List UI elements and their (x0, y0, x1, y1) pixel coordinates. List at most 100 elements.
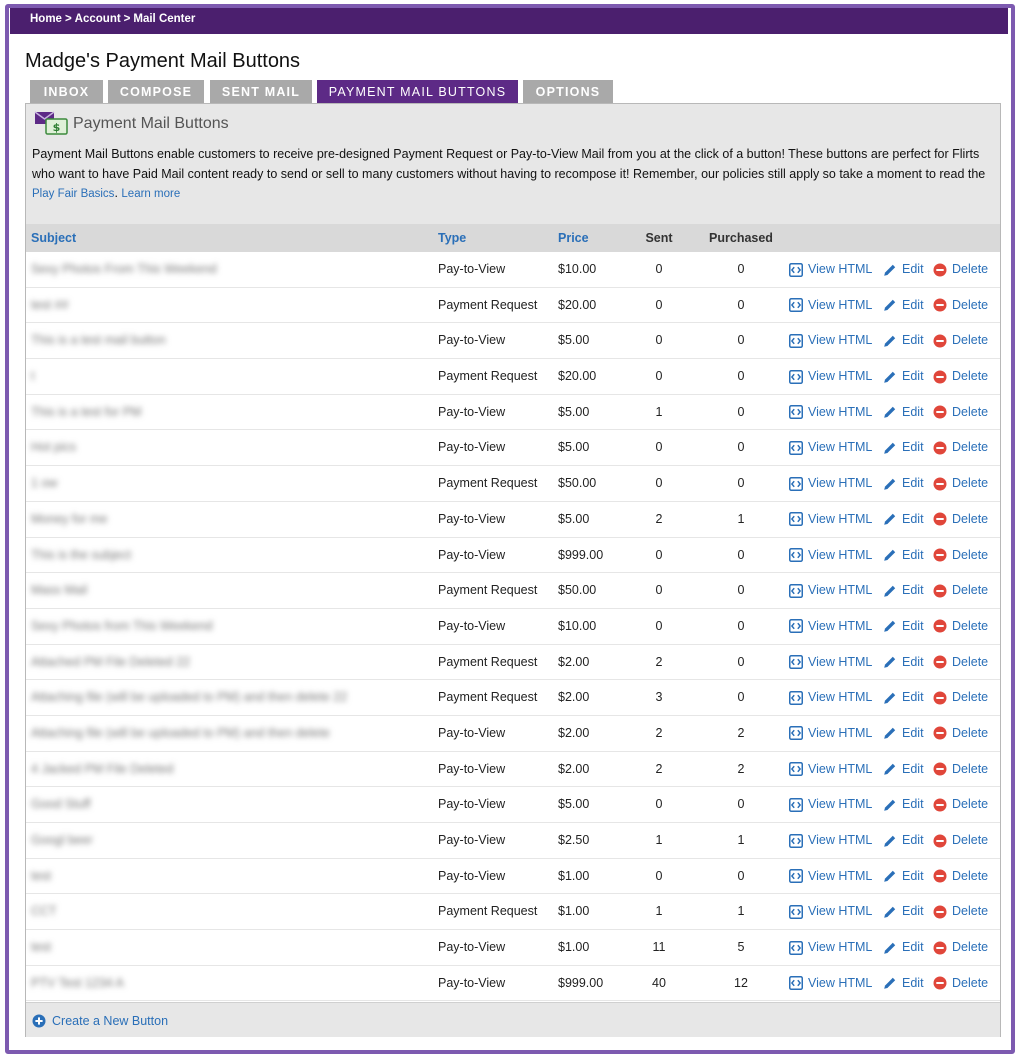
view-html-button[interactable]: View HTML (789, 430, 872, 465)
edit-button[interactable]: Edit (883, 252, 924, 287)
delete-button[interactable]: Delete (933, 716, 988, 751)
tab-compose[interactable]: COMPOSE (108, 80, 204, 104)
edit-button[interactable]: Edit (883, 573, 924, 608)
edit-button[interactable]: Edit (883, 752, 924, 787)
edit-button[interactable]: Edit (883, 395, 924, 430)
view-html-button[interactable]: View HTML (789, 680, 872, 715)
row-subject[interactable]: test (31, 859, 421, 894)
view-html-button[interactable]: View HTML (789, 930, 872, 965)
learn-more-link[interactable]: Learn more (121, 188, 180, 200)
edit-button[interactable]: Edit (883, 430, 924, 465)
row-subject[interactable]: PTV Test 1234 A (31, 966, 421, 1001)
row-subject[interactable]: Sexy Photos From This Weekend (31, 252, 421, 287)
row-subject[interactable]: Googl beer (31, 823, 421, 858)
delete-button[interactable]: Delete (933, 538, 988, 573)
delete-button[interactable]: Delete (933, 752, 988, 787)
tab-sent-mail[interactable]: SENT MAIL (210, 80, 312, 104)
row-subject[interactable]: Hot pics (31, 430, 421, 465)
row-subject[interactable]: Mass Mail (31, 573, 421, 608)
delete-button[interactable]: Delete (933, 609, 988, 644)
view-html-button[interactable]: View HTML (789, 645, 872, 680)
delete-button[interactable]: Delete (933, 430, 988, 465)
delete-button[interactable]: Delete (933, 323, 988, 358)
row-subject[interactable]: This is the subject (31, 538, 421, 573)
edit-button[interactable]: Edit (883, 716, 924, 751)
edit-button[interactable]: Edit (883, 645, 924, 680)
edit-button[interactable]: Edit (883, 787, 924, 822)
breadcrumb-account[interactable]: Account (75, 13, 121, 25)
delete-button[interactable]: Delete (933, 930, 988, 965)
row-subject[interactable]: Attaching file (will be uploaded to PM) … (31, 716, 421, 751)
delete-button[interactable]: Delete (933, 502, 988, 537)
edit-button[interactable]: Edit (883, 323, 924, 358)
view-html-button[interactable]: View HTML (789, 787, 872, 822)
view-html-button[interactable]: View HTML (789, 288, 872, 323)
edit-button[interactable]: Edit (883, 859, 924, 894)
delete-button[interactable]: Delete (933, 252, 988, 287)
edit-button[interactable]: Edit (883, 680, 924, 715)
row-subject[interactable]: CCT (31, 894, 421, 929)
row-subject[interactable]: Good Stuff (31, 787, 421, 822)
table-row: This is the subject Pay-to-View $999.00 … (26, 538, 1000, 574)
edit-button[interactable]: Edit (883, 288, 924, 323)
view-html-button[interactable]: View HTML (789, 323, 872, 358)
delete-button[interactable]: Delete (933, 466, 988, 501)
row-subject[interactable]: This is a test for PM (31, 395, 421, 430)
view-html-button[interactable]: View HTML (789, 752, 872, 787)
row-subject[interactable]: Attached PM File Deleted 22 (31, 645, 421, 680)
view-html-button[interactable]: View HTML (789, 502, 872, 537)
row-subject[interactable]: test (31, 930, 421, 965)
tab-payment-mail-buttons[interactable]: PAYMENT MAIL BUTTONS (317, 80, 518, 104)
edit-button[interactable]: Edit (883, 359, 924, 394)
delete-button[interactable]: Delete (933, 823, 988, 858)
delete-button[interactable]: Delete (933, 395, 988, 430)
row-subject[interactable]: test ## (31, 288, 421, 323)
edit-button[interactable]: Edit (883, 894, 924, 929)
row-subject[interactable]: Attaching file (will be uploaded to PM) … (31, 680, 421, 715)
column-subject[interactable]: Subject (31, 224, 76, 252)
delete-button[interactable]: Delete (933, 359, 988, 394)
edit-button[interactable]: Edit (883, 966, 924, 1001)
view-html-button[interactable]: View HTML (789, 252, 872, 287)
delete-button[interactable]: Delete (933, 787, 988, 822)
tab-options[interactable]: OPTIONS (523, 80, 613, 104)
view-html-button[interactable]: View HTML (789, 466, 872, 501)
edit-button[interactable]: Edit (883, 538, 924, 573)
delete-button[interactable]: Delete (933, 894, 988, 929)
edit-button[interactable]: Edit (883, 466, 924, 501)
breadcrumb-mail-center[interactable]: Mail Center (133, 13, 195, 25)
row-subject[interactable]: Sexy Photos from This Weekend (31, 609, 421, 644)
delete-button[interactable]: Delete (933, 288, 988, 323)
view-html-button[interactable]: View HTML (789, 859, 872, 894)
row-subject[interactable]: t (31, 359, 421, 394)
view-html-button[interactable]: View HTML (789, 894, 872, 929)
view-html-button[interactable]: View HTML (789, 823, 872, 858)
view-html-button[interactable]: View HTML (789, 359, 872, 394)
create-button[interactable]: Create a New Button (32, 1003, 168, 1038)
row-subject[interactable]: Money for me (31, 502, 421, 537)
column-type[interactable]: Type (438, 224, 466, 252)
view-html-button[interactable]: View HTML (789, 573, 872, 608)
edit-button[interactable]: Edit (883, 502, 924, 537)
delete-button[interactable]: Delete (933, 859, 988, 894)
delete-button[interactable]: Delete (933, 645, 988, 680)
row-subject[interactable]: This is a test mail button (31, 323, 421, 358)
view-html-button[interactable]: View HTML (789, 716, 872, 751)
play-fair-basics-link[interactable]: Play Fair Basics (32, 188, 114, 200)
edit-button[interactable]: Edit (883, 823, 924, 858)
edit-button[interactable]: Edit (883, 930, 924, 965)
view-html-button[interactable]: View HTML (789, 966, 872, 1001)
breadcrumb-home[interactable]: Home (30, 13, 62, 25)
row-purchased: 0 (737, 547, 745, 562)
row-subject[interactable]: 1 ow (31, 466, 421, 501)
delete-button[interactable]: Delete (933, 573, 988, 608)
view-html-button[interactable]: View HTML (789, 538, 872, 573)
delete-button[interactable]: Delete (933, 680, 988, 715)
tab-inbox[interactable]: INBOX (30, 80, 103, 104)
row-subject[interactable]: 4 Jacked PM File Deleted (31, 752, 421, 787)
view-html-button[interactable]: View HTML (789, 395, 872, 430)
column-price[interactable]: Price (558, 224, 589, 252)
edit-button[interactable]: Edit (883, 609, 924, 644)
delete-button[interactable]: Delete (933, 966, 988, 1001)
view-html-button[interactable]: View HTML (789, 609, 872, 644)
